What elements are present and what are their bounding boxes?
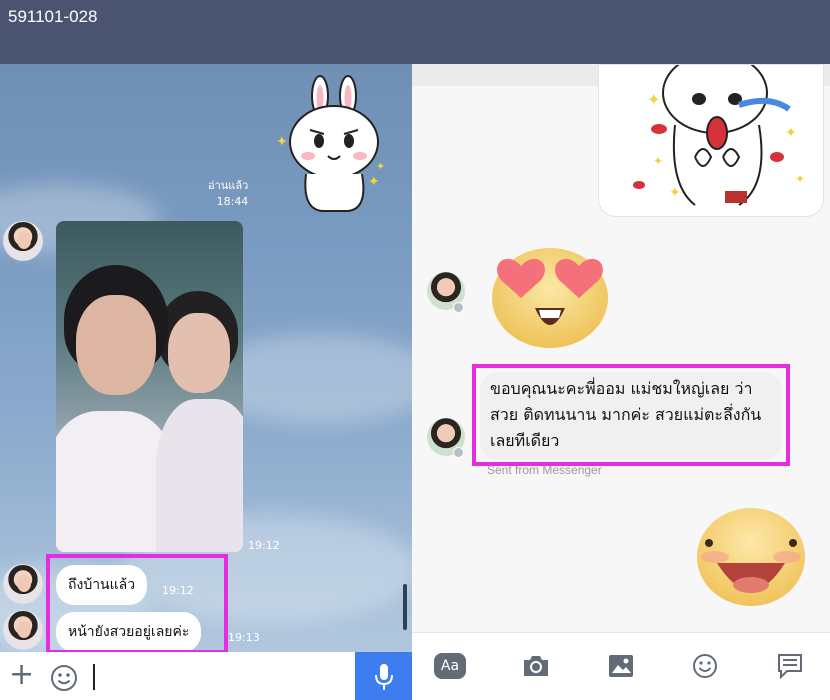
- svg-text:✦: ✦: [785, 125, 797, 141]
- sent-from-label: Sent from Messenger: [487, 463, 602, 477]
- scrollbar[interactable]: [403, 584, 407, 630]
- read-label: อ่านแล้ว: [208, 179, 249, 192]
- messenger-toolbar: Aa: [412, 632, 830, 700]
- svg-text:✦: ✦: [795, 172, 805, 186]
- photo-message[interactable]: [56, 221, 243, 552]
- svg-text:✦: ✦: [376, 160, 385, 173]
- read-status: อ่านแล้ว 18:44: [208, 178, 248, 210]
- svg-text:✦: ✦: [647, 90, 660, 109]
- emoji-icon[interactable]: [690, 653, 720, 679]
- emoji-icon[interactable]: [50, 664, 78, 692]
- read-time: 18:44: [216, 195, 249, 208]
- svg-text:✦: ✦: [653, 154, 663, 168]
- svg-text:✦: ✦: [368, 174, 380, 190]
- bunny-sticker[interactable]: ✦ ✦ ✦: [272, 74, 396, 214]
- avatar[interactable]: [3, 610, 43, 650]
- crying-bunny-sticker: ✦ ✦ ✦ ✦ ✦: [633, 64, 805, 206]
- message-input[interactable]: [93, 664, 95, 690]
- sticker-message[interactable]: ✦ ✦ ✦ ✦ ✦: [598, 64, 824, 217]
- messenger-badge-icon: [453, 447, 464, 458]
- highlight-box: [472, 364, 790, 466]
- highlight-box: [46, 554, 228, 654]
- svg-text:✦: ✦: [276, 134, 288, 150]
- messenger-badge-icon: [453, 302, 464, 313]
- message-time: 19:13: [228, 631, 260, 644]
- image-icon[interactable]: [606, 653, 636, 679]
- mic-button[interactable]: [355, 652, 412, 700]
- camera-icon[interactable]: [521, 653, 551, 679]
- line-chat-pane: ✦ ✦ ✦ อ่านแล้ว 18:44 19:12 ถึงบ้านแล้ว 1…: [0, 64, 412, 700]
- avatar[interactable]: [3, 564, 43, 604]
- mic-icon: [375, 664, 393, 690]
- avatar[interactable]: [3, 221, 43, 261]
- photo-time: 19:12: [248, 539, 280, 552]
- window-title: 591101-028: [8, 7, 98, 26]
- laughing-emoji[interactable]: [695, 505, 807, 607]
- line-input-bar: +: [0, 652, 412, 700]
- window-header: 591101-028: [0, 0, 830, 64]
- add-button[interactable]: +: [9, 660, 34, 690]
- sticker-message-icon[interactable]: [775, 653, 805, 679]
- heart-eyes-emoji[interactable]: [487, 240, 613, 350]
- svg-text:✦: ✦: [669, 185, 681, 201]
- text-format-button[interactable]: Aa: [434, 653, 466, 679]
